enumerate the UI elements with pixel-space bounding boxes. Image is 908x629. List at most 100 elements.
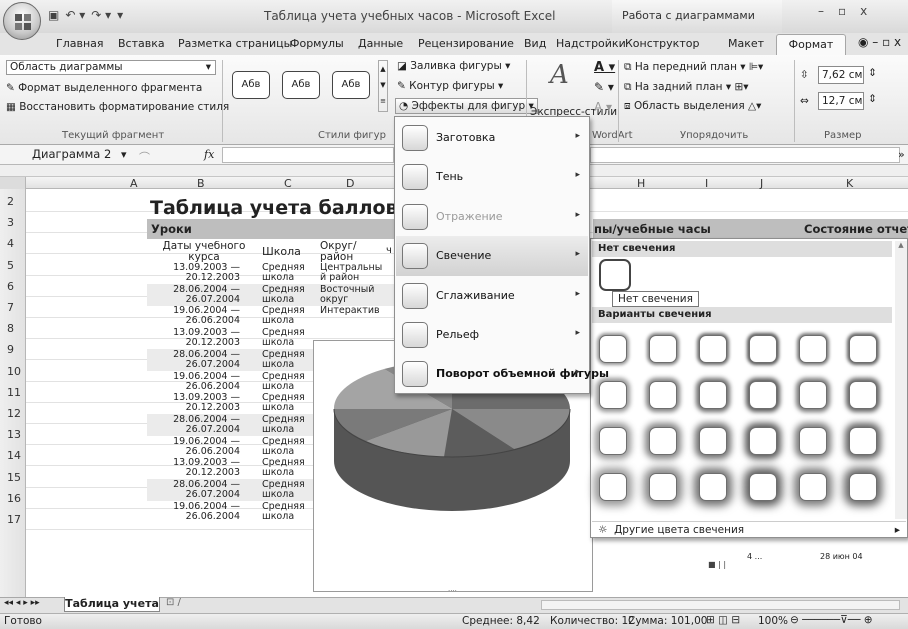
tab-format[interactable]: Формат — [776, 34, 846, 56]
effects-menu-item[interactable]: Сглаживание ▸ — [396, 276, 588, 316]
cell-school[interactable]: Средняя школа — [262, 437, 305, 457]
tab-view[interactable]: Вид — [524, 37, 546, 50]
cell-school[interactable]: Средняя школа — [262, 415, 305, 435]
customize-qat-icon[interactable]: ▾ — [117, 8, 123, 22]
tab-add-ins[interactable]: Надстройки — [556, 37, 626, 50]
sheet-nav-icon[interactable]: ◂◂ ◂ ▸ ▸▸ — [4, 598, 40, 608]
cell-dates[interactable]: 28.06.2004 — 26.07.2004 — [162, 415, 240, 435]
tab-home[interactable]: Главная — [56, 37, 104, 50]
row-number[interactable]: 17 — [7, 513, 21, 526]
select-all-corner[interactable] — [0, 177, 26, 189]
text-outline-icon[interactable]: ✎ ▾ — [594, 80, 614, 94]
cell-school[interactable]: Средняя школа — [262, 328, 305, 348]
row-number[interactable]: 12 — [7, 407, 21, 420]
row-number[interactable]: 8 — [7, 322, 14, 335]
selection-pane-button[interactable]: ⧈ Область выделения △▾ — [624, 100, 761, 113]
row-number[interactable]: 13 — [7, 428, 21, 441]
undo-icon[interactable]: ↶ ▾ — [65, 8, 85, 22]
row-number[interactable]: 3 — [7, 216, 14, 229]
glow-variant-option[interactable] — [649, 473, 677, 501]
tab-insert[interactable]: Вставка — [118, 37, 165, 50]
glow-variant-option[interactable] — [799, 381, 827, 409]
row-number[interactable]: 5 — [7, 259, 14, 272]
effects-menu-item[interactable]: Заготовка ▸ — [396, 118, 588, 158]
row-number[interactable]: 7 — [7, 301, 14, 314]
text-fill-icon[interactable]: A ▾ — [594, 60, 615, 75]
cell-school[interactable]: Средняя школа — [262, 480, 305, 500]
shape-style-1[interactable]: Абв — [232, 71, 270, 99]
height-input[interactable]: 7,62 см — [818, 66, 864, 84]
glow-variant-option[interactable] — [699, 427, 727, 455]
glow-variant-option[interactable] — [849, 335, 877, 363]
cell-school[interactable]: Средняя школа — [262, 285, 305, 305]
row-number[interactable]: 6 — [7, 280, 14, 293]
cell-school[interactable]: Средняя школа — [262, 372, 305, 392]
glow-variant-option[interactable] — [749, 427, 777, 455]
effects-menu-item[interactable]: Поворот объемной фигуры ▸ — [396, 354, 609, 394]
chart-element-dropdown[interactable]: Область диаграммы ▾ — [6, 60, 216, 75]
gallery-scrollbar[interactable]: ▲ — [895, 241, 907, 519]
glow-variant-option[interactable] — [599, 473, 627, 501]
cell-dates[interactable]: 19.06.2004 — 26.06.2004 — [162, 372, 240, 392]
effects-menu-item[interactable]: Свечение ▸ — [396, 236, 588, 277]
minimize-button[interactable]: – — [818, 4, 824, 18]
insert-function-icon[interactable]: fx — [204, 148, 214, 161]
row-number[interactable]: 4 — [7, 237, 14, 250]
glow-variant-option[interactable] — [649, 381, 677, 409]
send-backward-button[interactable]: ⧉ На задний план ▾ ⊞▾ — [624, 81, 749, 94]
close-button[interactable]: x — [860, 4, 867, 18]
effects-menu-item[interactable]: Отражение ▸ — [396, 197, 588, 237]
horizontal-scrollbar[interactable] — [541, 600, 900, 610]
glow-variant-option[interactable] — [749, 473, 777, 501]
cell-school[interactable]: Средняя школа — [262, 393, 305, 413]
new-sheet-icon[interactable]: ⊡ / — [166, 597, 181, 608]
tab-layout[interactable]: Макет — [728, 37, 764, 50]
row-number[interactable]: 2 — [7, 195, 14, 208]
row-number[interactable]: 9 — [7, 343, 14, 356]
sheet-tab[interactable]: Таблица учета — [64, 597, 160, 612]
redo-icon[interactable]: ↷ ▾ — [91, 8, 111, 22]
more-glow-colors[interactable]: ☼ Другие цвета свечения ▸ — [592, 521, 906, 537]
row-number[interactable]: 14 — [7, 449, 21, 462]
shape-style-3[interactable]: Абв — [332, 71, 370, 99]
cell-dates[interactable]: 28.06.2004 — 26.07.2004 — [162, 350, 240, 370]
shape-fill-button[interactable]: ◪ Заливка фигуры ▾ — [397, 60, 510, 72]
tab-review[interactable]: Рецензирование — [418, 37, 514, 50]
cell-dates[interactable]: 13.09.2003 — 20.12.2003 — [162, 393, 240, 413]
cell-dates[interactable]: 28.06.2004 — 26.07.2004 — [162, 285, 240, 305]
cell-dates[interactable]: 19.06.2004 — 26.06.2004 — [162, 306, 240, 326]
restore-button[interactable]: ▫ — [838, 4, 846, 18]
expand-formula-icon[interactable]: » — [898, 148, 905, 161]
glow-variant-option[interactable] — [649, 427, 677, 455]
glow-variant-option[interactable] — [849, 473, 877, 501]
zoom-level[interactable]: 100% — [758, 615, 788, 627]
shape-effects-button[interactable]: ◔ Эффекты для фигур ▾ — [395, 98, 538, 114]
cell-dates[interactable]: 13.09.2003 — 20.12.2003 — [162, 263, 240, 283]
glow-variant-option[interactable] — [799, 427, 827, 455]
shape-style-2[interactable]: Абв — [282, 71, 320, 99]
row-number[interactable]: 16 — [7, 492, 21, 505]
tab-data[interactable]: Данные — [358, 37, 403, 50]
office-button[interactable] — [3, 2, 41, 40]
cell-dates[interactable]: 13.09.2003 — 20.12.2003 — [162, 458, 240, 478]
glow-variant-option[interactable] — [799, 473, 827, 501]
zoom-slider[interactable]: ⊖ ──────⊽── ⊕ — [790, 614, 873, 626]
wordart-a-icon[interactable]: A — [550, 60, 569, 90]
glow-variant-option[interactable] — [849, 427, 877, 455]
effects-menu-item[interactable]: Тень ▸ — [396, 157, 588, 197]
save-icon[interactable]: ▣ — [48, 8, 59, 22]
cell-dates[interactable]: 19.06.2004 — 26.06.2004 — [162, 437, 240, 457]
cell-school[interactable]: Средняя школа — [262, 458, 305, 478]
row-number[interactable]: 10 — [7, 365, 21, 378]
glow-variant-option[interactable] — [849, 381, 877, 409]
tab-formulas[interactable]: Формулы — [290, 37, 344, 50]
glow-variant-option[interactable] — [599, 381, 627, 409]
style-gallery-scroll[interactable]: ▲ ▼ ≡ — [378, 60, 388, 112]
glow-variant-option[interactable] — [749, 335, 777, 363]
height-spinner-icon[interactable]: ⇕ — [868, 67, 877, 79]
glow-variant-option[interactable] — [799, 335, 827, 363]
glow-variant-option[interactable] — [699, 335, 727, 363]
width-input[interactable]: 12,7 см — [818, 92, 864, 110]
tab-design[interactable]: Конструктор — [625, 37, 699, 50]
view-buttons-icon[interactable]: ⊞ ◫ ⊟ — [706, 614, 740, 626]
